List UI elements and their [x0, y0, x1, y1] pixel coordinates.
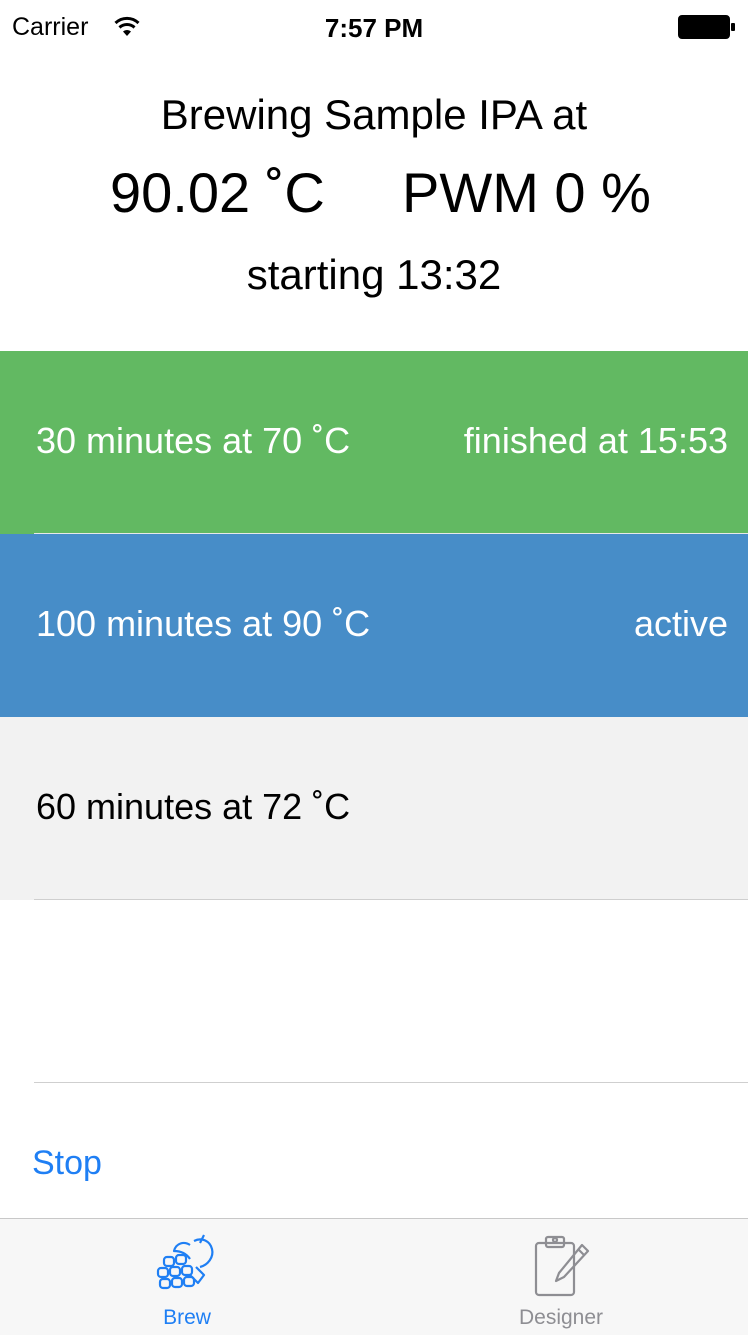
step-row-finished[interactable]: 30 minutes at 70 ˚C finished at 15:53: [0, 351, 748, 534]
battery-icon: [678, 15, 735, 39]
row-separator: [34, 533, 748, 534]
step-label: 100 minutes at 90 ˚C: [36, 603, 371, 644]
start-time: starting 13:32: [246, 251, 502, 298]
brew-title: Brewing Sample IPA at: [160, 91, 588, 138]
step-label: 30 minutes at 70 ˚C: [36, 420, 351, 461]
step-label: 60 minutes at 72 ˚C: [36, 786, 351, 827]
step-row-pending[interactable]: 60 minutes at 72 ˚C: [0, 717, 748, 900]
clipboard-pencil-icon: [534, 1235, 590, 1297]
step-row-active[interactable]: 100 minutes at 90 ˚C active: [0, 534, 748, 717]
tab-designer[interactable]: Designer: [374, 1219, 748, 1335]
pwm-reading: PWM 0 %: [402, 161, 651, 224]
tab-label-designer: Designer: [518, 1306, 604, 1329]
step-status: active: [633, 603, 728, 644]
tab-bar: Brew Designer: [0, 1218, 748, 1335]
empty-row: [0, 900, 748, 1083]
tab-brew[interactable]: Brew: [0, 1219, 374, 1335]
row-separator: [34, 1082, 748, 1083]
step-status: finished at 15:53: [463, 420, 728, 461]
status-time: 7:57 PM: [324, 13, 424, 43]
readings-row: 90.02 ˚C PWM 0 %: [0, 158, 748, 228]
brew-header: Brewing Sample IPA at 90.02 ˚C PWM 0 % s…: [0, 52, 748, 351]
tab-label-brew: Brew: [163, 1306, 211, 1329]
temperature-reading: 90.02 ˚C: [110, 161, 325, 224]
status-bar: Carrier 7:57 PM: [0, 0, 748, 52]
hop-icon: [156, 1234, 214, 1290]
stop-button[interactable]: Stop: [32, 1140, 102, 1186]
